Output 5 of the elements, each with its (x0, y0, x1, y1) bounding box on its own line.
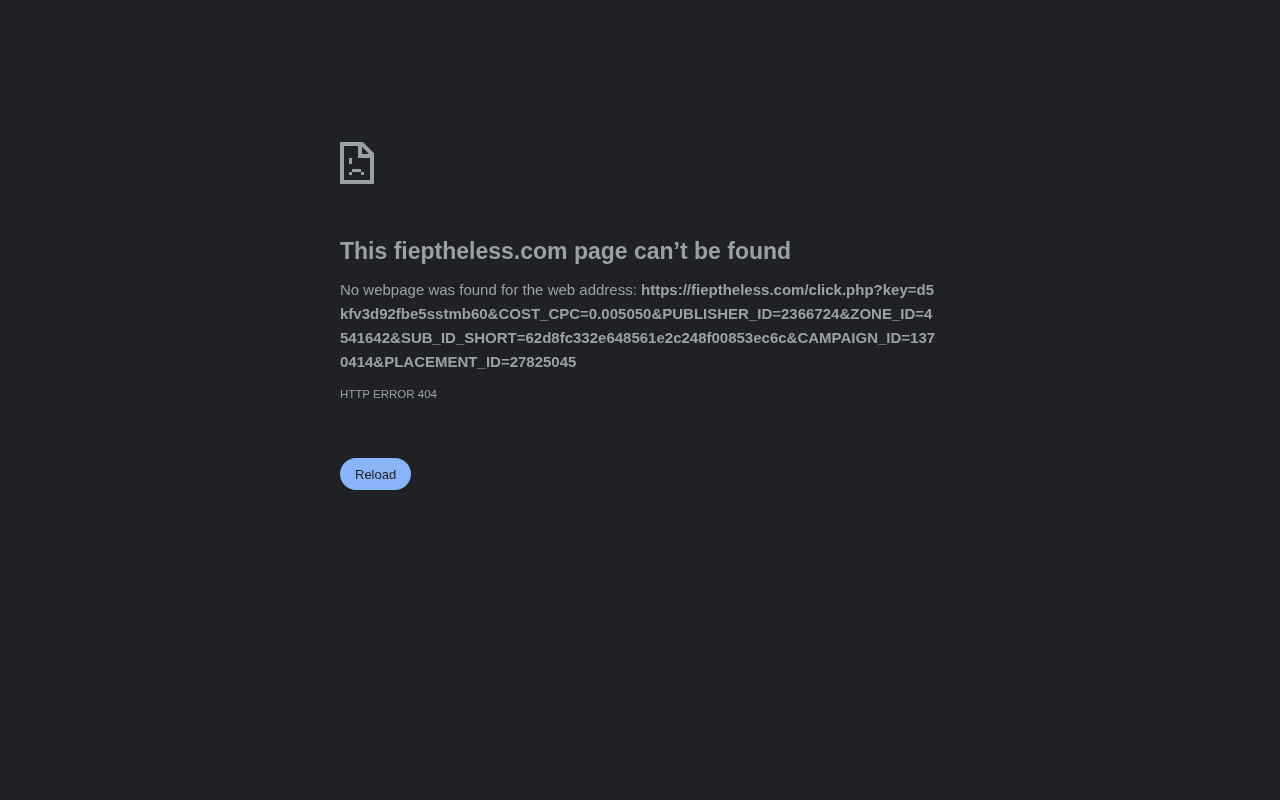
error-code: HTTP ERROR 404 (340, 388, 438, 400)
sad-page-icon (340, 142, 374, 184)
error-description: No webpage was found for the web address: https://fieptheless.com/click.php?key=d5kfv3d92fbe5sstmb60&COST_CPC=0.005050&PUBLISHER_ID=2366724&ZONE_ID=4541642&SUB_ID_SHORT=62d8fc332e648561e2c248f00853ec6c&CAMPAIGN_ID=1370414&PLACEMENT_ID=27825045 (340, 280, 937, 372)
error-heading: This fieptheless.com page can’t be found (340, 237, 793, 266)
reload-button[interactable]: Reload (340, 458, 412, 490)
